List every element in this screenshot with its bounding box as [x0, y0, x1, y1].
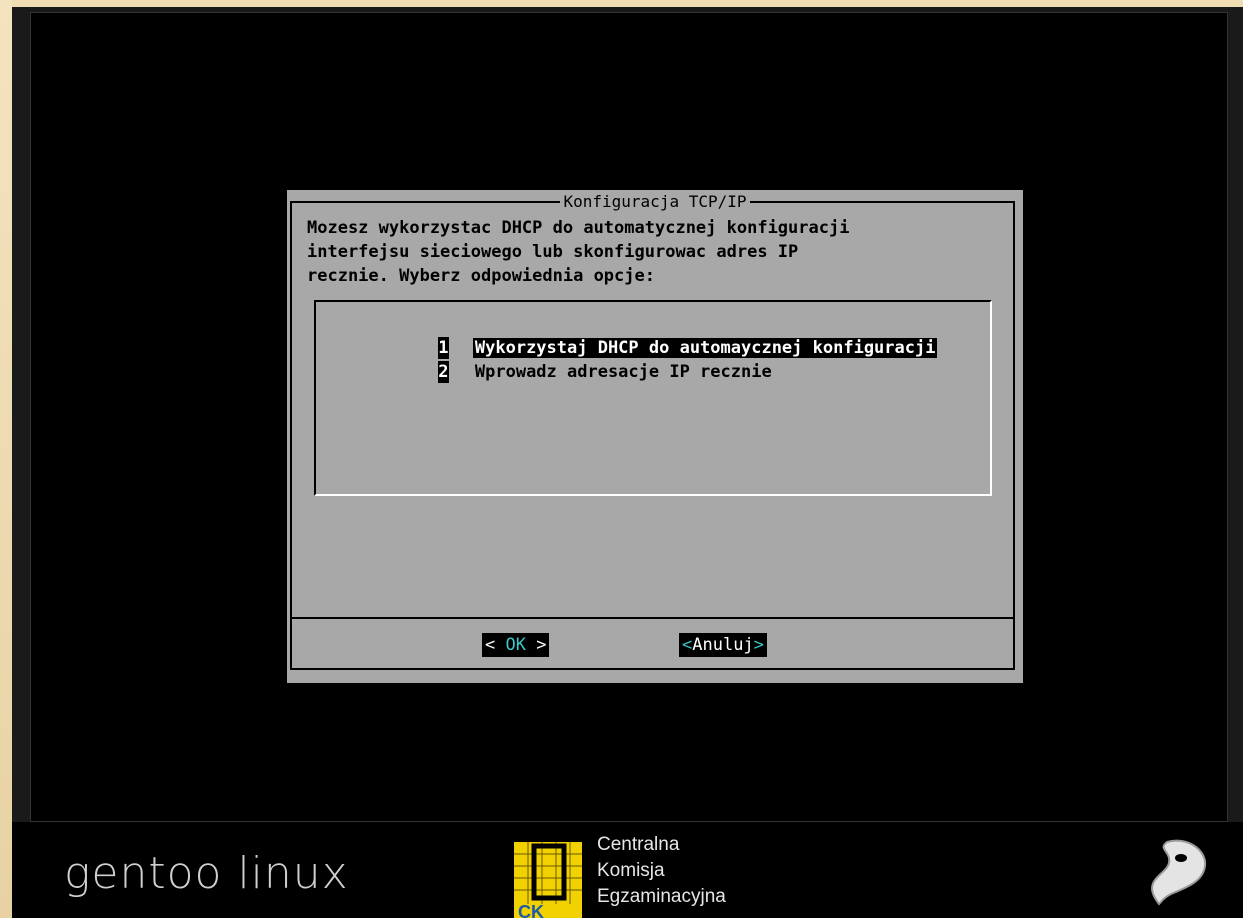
prompt-line: interfejsu sieciowego lub skonfigurowac …	[307, 242, 799, 262]
dialog-title-text: Konfiguracja TCP/IP	[560, 192, 750, 211]
menu-item-manual-ip[interactable]: 2 Wprowadz adresacje IP recznie	[356, 339, 774, 383]
tcpip-dialog: Konfiguracja TCP/IP Mozesz wykorzystac D…	[287, 190, 1023, 683]
cancel-button[interactable]: <Anuluj>	[679, 633, 767, 657]
top-frame-strip	[0, 0, 1243, 7]
button-row-separator	[290, 617, 1015, 619]
cancel-bracket-left: <	[682, 635, 693, 655]
gentoo-logo-icon	[1151, 839, 1207, 906]
ok-button[interactable]: < OK >	[482, 633, 550, 657]
cke-logo-letters: CK	[518, 902, 544, 918]
cancel-bracket-right: >	[753, 635, 764, 655]
ok-bracket-left: <	[485, 635, 506, 655]
branding-bar: gentoo linux CK Centralna Komisja Egzami…	[12, 822, 1243, 918]
cancel-button-label: Anuluj	[692, 635, 754, 655]
dialog-prompt: Mozesz wykorzystac DHCP do automatycznej…	[307, 216, 1007, 288]
gentoo-linux-wordmark: gentoo linux	[64, 848, 349, 899]
menu-list: 1 Wykorzystaj DHCP do automaycznej konfig…	[314, 300, 992, 496]
cke-name: Centralna Komisja Egzaminacyjna	[597, 832, 726, 910]
prompt-line: Mozesz wykorzystac DHCP do automatycznej…	[307, 218, 850, 238]
console-screen: Konfiguracja TCP/IP Mozesz wykorzystac D…	[30, 12, 1228, 822]
cke-name-line: Egzaminacyjna	[597, 886, 726, 907]
ok-button-label: OK	[505, 635, 526, 655]
menu-item-tag: 2	[437, 361, 449, 383]
ok-bracket-right: >	[525, 635, 547, 655]
cke-logo-icon: CK	[500, 832, 588, 918]
menu-item-label: Wprowadz adresacje IP recznie	[474, 362, 772, 382]
prompt-line: recznie. Wyberz odpowiednia opcje:	[307, 266, 655, 286]
cke-name-line: Centralna	[597, 834, 680, 855]
dialog-title: Konfiguracja TCP/IP	[287, 192, 1023, 212]
cke-name-line: Komisja	[597, 860, 665, 881]
left-frame-strip	[0, 0, 12, 918]
menu-item-dhcp[interactable]: 1 Wykorzystaj DHCP do automaycznej konfig…	[356, 315, 938, 359]
